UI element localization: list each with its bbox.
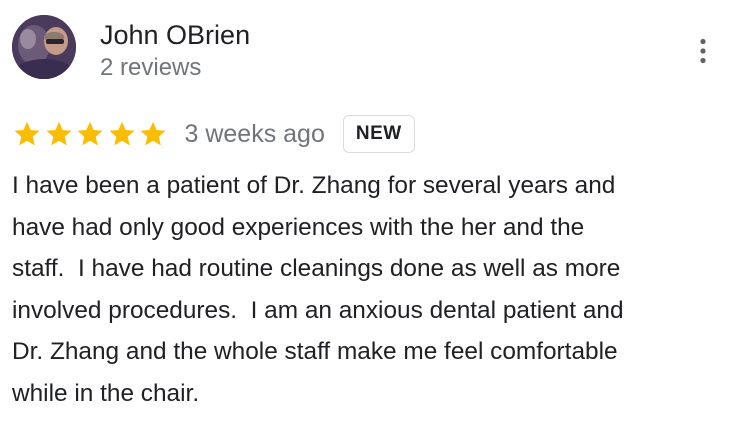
star-icon [77, 121, 103, 146]
new-badge: NEW [342, 115, 415, 153]
star-icon [109, 121, 134, 146]
rating-row: 3 weeks ago NEW [12, 114, 415, 154]
star-icon [46, 121, 71, 146]
review-text-line: staff. I have had routine cleanings done… [12, 255, 621, 283]
more-vert-icon [700, 38, 706, 64]
avatar[interactable] [12, 15, 76, 79]
star-icon [14, 121, 40, 146]
review-card: John OBrien 2 reviews 3 weeks ago NEW I … [0, 0, 740, 422]
review-text: I have been a patient of Dr. Zhang for s… [12, 165, 732, 415]
review-count[interactable]: 2 reviews [100, 53, 201, 83]
review-text-line: I have been a patient of Dr. Zhang for s… [12, 172, 616, 199]
star-icon [140, 121, 166, 146]
star-rating [12, 119, 170, 149]
review-text-line: while in the chair. [12, 379, 200, 407]
author-name[interactable]: John OBrien [100, 18, 250, 52]
review-text-line: have had only good experiences with the … [12, 213, 585, 241]
profile-photo-icon [12, 15, 76, 79]
more-options-button[interactable] [686, 34, 720, 68]
review-text-line: involved procedures. I am an anxious den… [12, 296, 624, 324]
review-date: 3 weeks ago [184, 120, 325, 148]
review-text-line: Dr. Zhang and the whole staff make me fe… [12, 338, 618, 366]
